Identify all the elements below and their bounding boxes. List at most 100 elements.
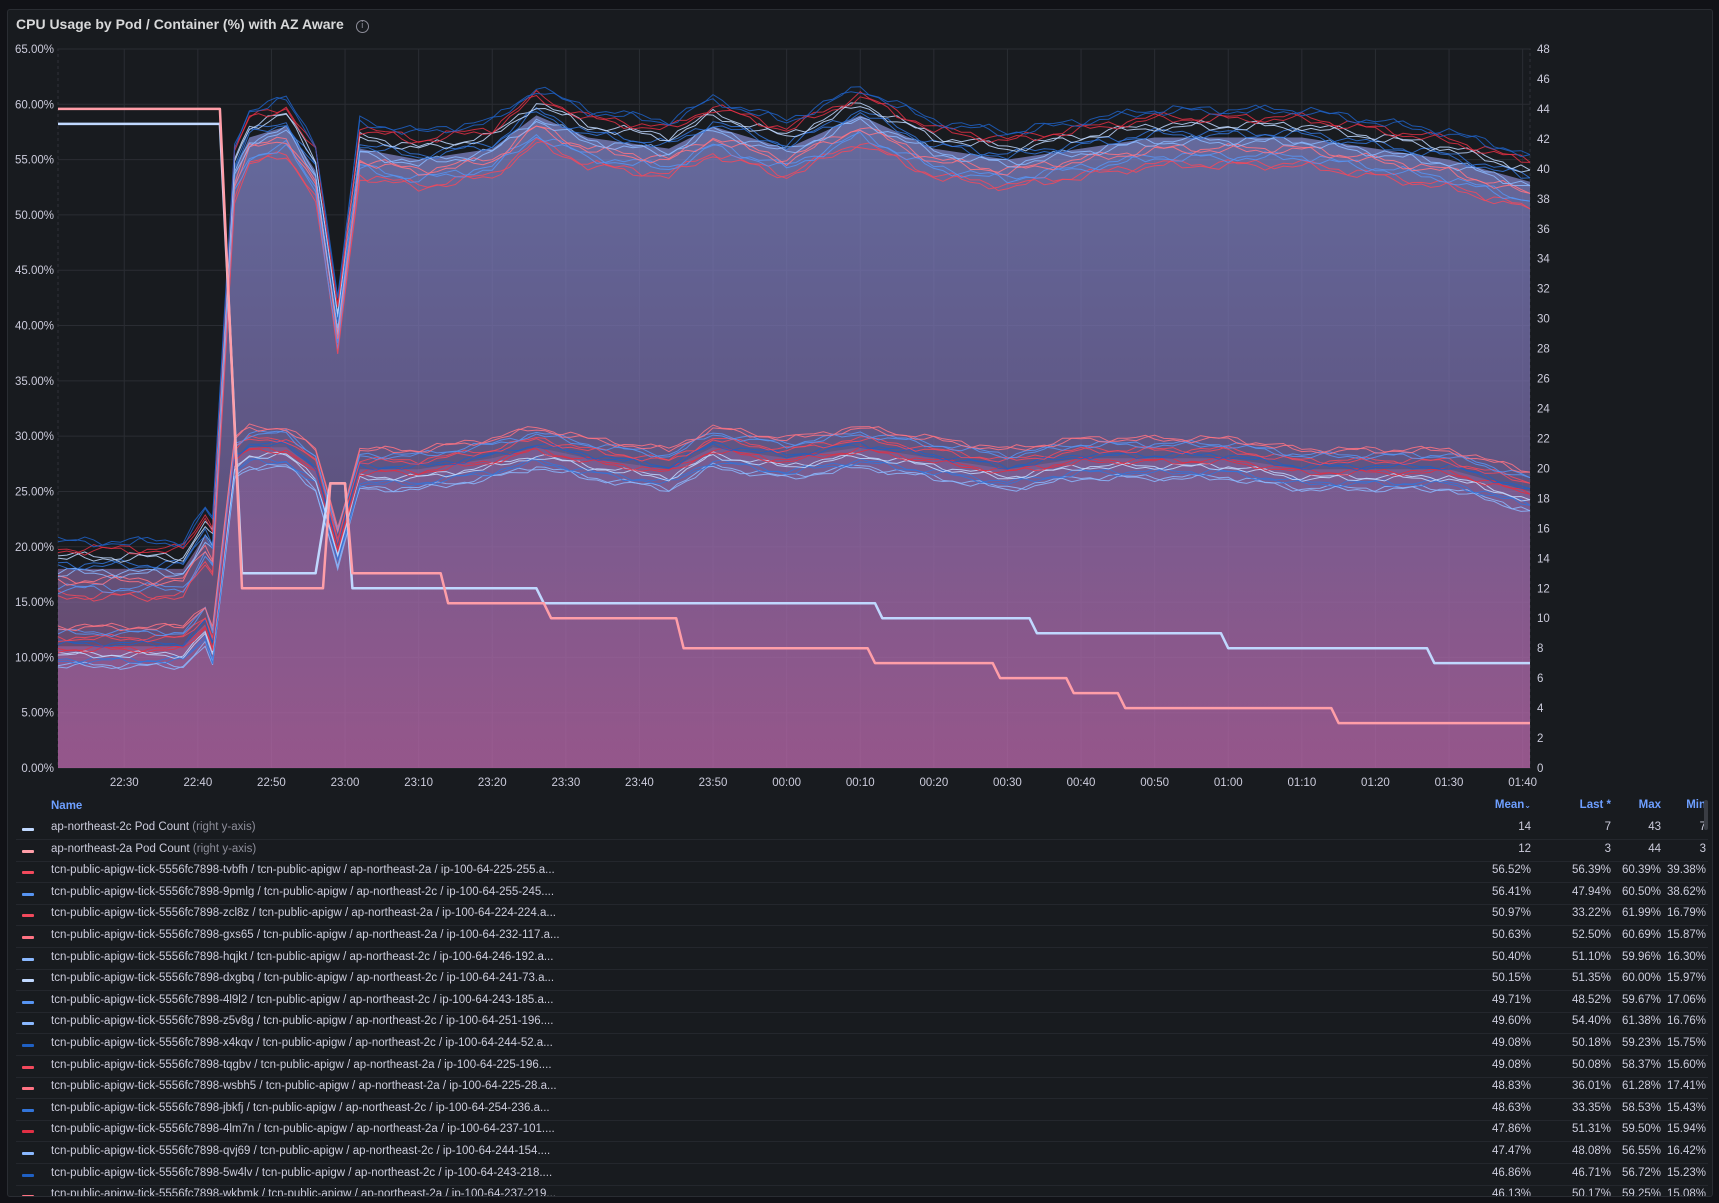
legend-series-name[interactable]: ap-northeast-2c Pod Count (right y-axis): [51, 821, 256, 833]
legend-row[interactable]: tcn-public-apigw-tick-5556fc7898-z5v8g /…: [16, 1012, 1708, 1035]
series-color-swatch[interactable]: [22, 1152, 34, 1155]
legend-value-min: 3: [1699, 842, 1706, 855]
legend-row[interactable]: tcn-public-apigw-tick-5556fc7898-9pmlg /…: [16, 883, 1708, 905]
series-color-swatch[interactable]: [22, 1108, 34, 1112]
legend-row[interactable]: tcn-public-apigw-tick-5556fc7898-5w4lv /…: [16, 1164, 1708, 1186]
series-color-swatch[interactable]: [22, 957, 34, 961]
legend-value-mean: 50.63%: [1491, 929, 1531, 941]
y-left-tick-label: 60.00%: [15, 99, 54, 111]
legend-value-max: 56.55%: [1621, 1145, 1661, 1157]
legend-series-name[interactable]: tcn-public-apigw-tick-5556fc7898-tvbfh /…: [51, 864, 555, 876]
legend-row[interactable]: tcn-public-apigw-tick-5556fc7898-jbkfj /…: [16, 1099, 1708, 1121]
legend-series-name[interactable]: tcn-public-apigw-tick-5556fc7898-9pmlg /…: [51, 886, 554, 898]
legend-series-name[interactable]: tcn-public-apigw-tick-5556fc7898-wkbmk /…: [51, 1188, 556, 1196]
legend-series-name-text: tcn-public-apigw-tick-5556fc7898-5w4lv /…: [51, 1166, 553, 1179]
legend-series-axis-note: (right y-axis): [189, 821, 256, 833]
series-color-swatch[interactable]: [22, 936, 34, 939]
legend-value-mean: 48.63%: [1491, 1101, 1531, 1114]
legend-row[interactable]: tcn-public-apigw-tick-5556fc7898-wsbh5 /…: [16, 1077, 1708, 1100]
legend-scrollbar[interactable]: [1704, 800, 1708, 830]
legend-series-name[interactable]: tcn-public-apigw-tick-5556fc7898-qvj69 /…: [51, 1145, 550, 1157]
legend-row[interactable]: tcn-public-apigw-tick-5556fc7898-hqjkt /…: [16, 948, 1708, 970]
series-color-swatch[interactable]: [22, 892, 34, 896]
series-color-swatch[interactable]: [22, 1195, 34, 1196]
y-right-tick-label: 30: [1537, 314, 1550, 326]
legend-series-name[interactable]: tcn-public-apigw-tick-5556fc7898-4lm7n /…: [51, 1123, 555, 1135]
legend-value-min: 15.43%: [1666, 1101, 1706, 1114]
legend-series-name[interactable]: tcn-public-apigw-tick-5556fc7898-4l9l2 /…: [51, 994, 553, 1006]
legend-series-name[interactable]: tcn-public-apigw-tick-5556fc7898-gxs65 /…: [51, 929, 560, 941]
x-tick-label: 22:50: [257, 777, 286, 789]
legend-value-min: 15.97%: [1666, 972, 1706, 985]
legend-row[interactable]: tcn-public-apigw-tick-5556fc7898-gxs65 /…: [16, 926, 1708, 948]
series-color-swatch[interactable]: [22, 979, 34, 983]
legend-series-name[interactable]: ap-northeast-2a Pod Count (right y-axis): [51, 843, 256, 855]
x-tick-label: 00:10: [846, 777, 875, 789]
series-color-swatch[interactable]: [22, 1173, 34, 1177]
y-left-tick-label: 45.00%: [15, 265, 54, 277]
legend-row[interactable]: tcn-public-apigw-tick-5556fc7898-4l9l2 /…: [16, 991, 1708, 1013]
y-right-tick-label: 28: [1537, 344, 1550, 356]
series-color-swatch[interactable]: [22, 1130, 34, 1134]
legend-header-max[interactable]: Max: [1616, 799, 1661, 811]
legend-row[interactable]: tcn-public-apigw-tick-5556fc7898-dxgbq /…: [16, 969, 1708, 992]
legend-value-last: 50.18%: [1571, 1037, 1611, 1049]
x-tick-label: 23:20: [478, 777, 507, 789]
legend-row[interactable]: ap-northeast-2a Pod Count (right y-axis)…: [16, 840, 1708, 862]
legend-row[interactable]: tcn-public-apigw-tick-5556fc7898-qvj69 /…: [16, 1142, 1708, 1164]
legend-series-name[interactable]: tcn-public-apigw-tick-5556fc7898-x4kqv /…: [51, 1037, 553, 1049]
y-right-tick-label: 34: [1537, 254, 1550, 266]
series-color-swatch[interactable]: [22, 1000, 34, 1004]
legend-header-mean[interactable]: Mean⌄: [1456, 799, 1531, 811]
legend-series-name[interactable]: tcn-public-apigw-tick-5556fc7898-wsbh5 /…: [51, 1080, 557, 1092]
legend-series-name[interactable]: tcn-public-apigw-tick-5556fc7898-hqjkt /…: [51, 951, 553, 963]
legend-header-name[interactable]: Name: [51, 800, 82, 812]
legend-value-max: 59.50%: [1621, 1123, 1661, 1136]
legend-value-min: 17.41%: [1666, 1080, 1706, 1093]
legend-value-mean: 49.08%: [1491, 1037, 1531, 1049]
series-color-swatch[interactable]: [22, 1022, 34, 1026]
legend-series-name[interactable]: tcn-public-apigw-tick-5556fc7898-zcl8z /…: [51, 907, 556, 919]
series-color-swatch[interactable]: [22, 1065, 34, 1069]
legend-row[interactable]: tcn-public-apigw-tick-5556fc7898-x4kqv /…: [16, 1034, 1708, 1056]
legend-value-mean: 50.97%: [1491, 907, 1531, 920]
legend-value-min: 16.76%: [1666, 1015, 1706, 1028]
legend-value-mean: 47.47%: [1491, 1145, 1531, 1157]
series-color-swatch[interactable]: [22, 828, 34, 831]
series-color-swatch[interactable]: [22, 1044, 34, 1047]
x-tick-label: 01:00: [1214, 777, 1243, 789]
series-color-swatch[interactable]: [22, 871, 34, 875]
legend-row[interactable]: ap-northeast-2c Pod Count (right y-axis)…: [16, 818, 1708, 840]
y-right-tick-label: 12: [1537, 583, 1550, 595]
legend-row[interactable]: tcn-public-apigw-tick-5556fc7898-tvbfh /…: [16, 861, 1708, 884]
legend-value-last: 3: [1604, 842, 1611, 855]
time-series-chart[interactable]: 0.00% 5.00% 10.00% 15.00% 20.00% 25.00% 30.00%…: [8, 10, 1712, 796]
series-color-swatch[interactable]: [22, 914, 34, 918]
legend-row[interactable]: tcn-public-apigw-tick-5556fc7898-wkbmk /…: [16, 1185, 1708, 1196]
legend-value-mean: 46.13%: [1491, 1188, 1531, 1196]
x-tick-label: 01:10: [1287, 777, 1316, 789]
legend-series-name[interactable]: tcn-public-apigw-tick-5556fc7898-tqgbv /…: [51, 1059, 552, 1071]
series-color-swatch[interactable]: [22, 1087, 34, 1091]
legend-header-last[interactable]: Last *: [1536, 799, 1611, 811]
legend-table: Name Mean⌄ Last * Max Min ap-northeast-2…: [16, 796, 1708, 1196]
legend-row[interactable]: tcn-public-apigw-tick-5556fc7898-tqgbv /…: [16, 1056, 1708, 1078]
x-tick-label: 23:10: [404, 777, 433, 789]
legend-row[interactable]: tcn-public-apigw-tick-5556fc7898-zcl8z /…: [16, 904, 1708, 927]
y-right-tick-label: 0: [1537, 763, 1543, 775]
legend-series-name[interactable]: tcn-public-apigw-tick-5556fc7898-jbkfj /…: [51, 1102, 550, 1114]
legend-series-name-text: tcn-public-apigw-tick-5556fc7898-gxs65 /…: [51, 929, 560, 941]
legend-header-min[interactable]: Min: [1666, 799, 1706, 811]
x-tick-label: 23:00: [331, 777, 360, 789]
legend-series-name[interactable]: tcn-public-apigw-tick-5556fc7898-dxgbq /…: [51, 972, 554, 984]
y-right-tick-label: 16: [1537, 523, 1550, 535]
legend-series-name[interactable]: tcn-public-apigw-tick-5556fc7898-5w4lv /…: [51, 1167, 552, 1179]
legend-value-last: 51.10%: [1571, 950, 1611, 963]
legend-series-name[interactable]: tcn-public-apigw-tick-5556fc7898-z5v8g /…: [51, 1015, 553, 1027]
y-right-tick-label: 6: [1537, 673, 1543, 685]
y-right-tick-label: 38: [1537, 194, 1550, 206]
legend-row[interactable]: tcn-public-apigw-tick-5556fc7898-4lm7n /…: [16, 1120, 1708, 1143]
y-right-tick-label: 20: [1537, 463, 1550, 475]
series-color-swatch[interactable]: [22, 849, 34, 853]
legend-header-mean-text: Mean: [1494, 799, 1525, 811]
